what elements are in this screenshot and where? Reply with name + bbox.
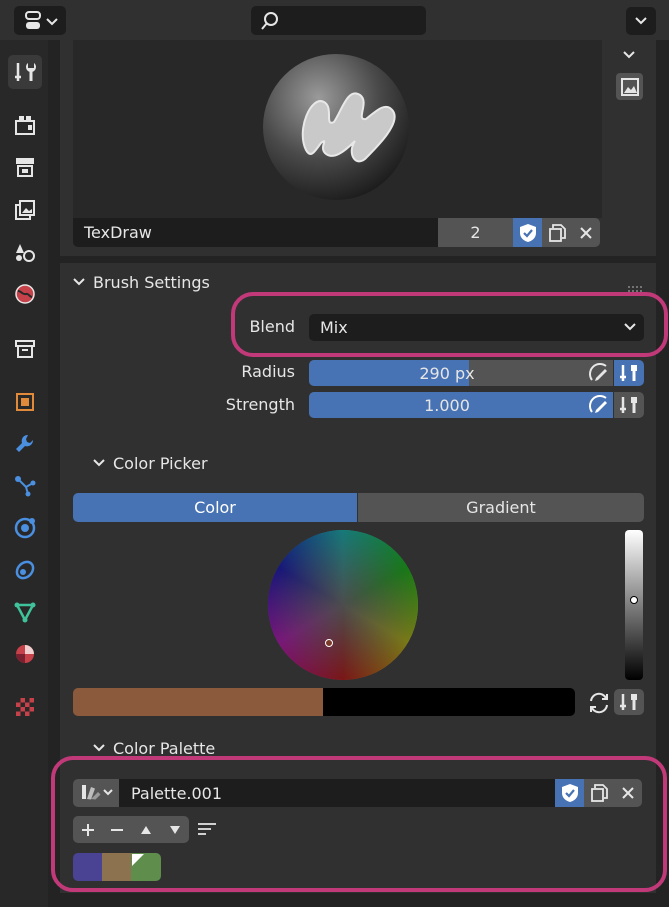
scene-tab[interactable]: [8, 235, 42, 269]
image-stack-icon: [15, 200, 35, 220]
brush-preview[interactable]: [73, 40, 602, 218]
checker-texture-icon: [16, 698, 34, 716]
particles-icon: [15, 476, 36, 497]
scene-icon: [16, 244, 35, 262]
tool-tab[interactable]: [8, 55, 42, 89]
material-icon: [16, 645, 34, 663]
header-bar: [0, 0, 669, 40]
brush-settings-header[interactable]: Brush Settings: [70, 270, 630, 294]
close-icon: [579, 226, 592, 239]
paint-brush-unified-icon: [620, 365, 637, 381]
unlink-brush-button[interactable]: [571, 218, 600, 247]
brush-thumbnail-image: [263, 54, 409, 200]
strength-slider[interactable]: 1.000: [309, 392, 585, 418]
value-slider-cursor[interactable]: [630, 596, 638, 604]
particles-tab[interactable]: [8, 469, 42, 503]
swap-colors-button[interactable]: [585, 689, 613, 717]
brush-name: TexDraw: [84, 223, 152, 242]
tab-gradient[interactable]: Gradient: [358, 493, 644, 522]
secondary-color-swatch[interactable]: [323, 688, 575, 716]
chevron-down-icon: [635, 17, 647, 25]
box-icon: [15, 340, 35, 358]
collection-tab[interactable]: [8, 332, 42, 366]
chevron-down-icon: [73, 278, 85, 286]
color-palette-title: Color Palette: [113, 738, 216, 758]
fake-user-button[interactable]: [513, 218, 542, 247]
pen-pressure-icon: [589, 363, 607, 381]
color-wheel-cursor[interactable]: [325, 639, 333, 647]
radius-slider[interactable]: 290 px: [309, 360, 585, 386]
world-tab[interactable]: [8, 277, 42, 311]
constraints-tab[interactable]: [8, 553, 42, 587]
constraint-icon: [15, 560, 35, 580]
search-input[interactable]: [251, 6, 426, 35]
object-tab[interactable]: [8, 385, 42, 419]
output-tab[interactable]: [8, 150, 42, 184]
radius-pressure-button[interactable]: [585, 360, 613, 386]
strength-value: 1.000: [424, 395, 470, 415]
mesh-data-icon: [14, 602, 36, 623]
properties-tab-bar: [0, 40, 48, 907]
value-slider[interactable]: [625, 530, 643, 680]
chevron-down-icon: [93, 744, 105, 752]
radius-unified-button[interactable]: [614, 360, 644, 386]
duplicate-brush-button[interactable]: [542, 218, 571, 247]
tab-gradient-label: Gradient: [466, 498, 536, 517]
data-tab[interactable]: [8, 595, 42, 629]
brush-name-field[interactable]: TexDraw: [73, 218, 438, 247]
primary-color-swatch[interactable]: [73, 688, 323, 716]
radius-value: 290 px: [419, 363, 475, 383]
chevron-down-icon: [623, 51, 635, 59]
options-dropdown-button[interactable]: [626, 7, 656, 35]
printer-icon: [16, 158, 34, 177]
search-icon: [261, 12, 278, 30]
editor-type-icon: [25, 10, 58, 29]
image-icon: [620, 77, 639, 96]
view-layer-tab[interactable]: [8, 193, 42, 227]
strength-pressure-button[interactable]: [585, 392, 613, 418]
object-icon: [16, 393, 34, 411]
wrench-icon: [16, 434, 34, 452]
blend-highlight-annotation: [231, 292, 668, 357]
strength-unified-button[interactable]: [614, 392, 644, 418]
camera-back-icon: [15, 116, 35, 135]
brush-users-count[interactable]: 2: [438, 218, 513, 247]
chevron-down-icon: [93, 459, 105, 467]
color-wheel[interactable]: [268, 530, 418, 680]
material-tab[interactable]: [8, 637, 42, 671]
duplicate-icon: [548, 223, 566, 242]
tab-color[interactable]: Color: [73, 493, 357, 522]
color-picker-header[interactable]: Color Picker: [90, 451, 390, 475]
texture-tab[interactable]: [8, 690, 42, 724]
physics-tab[interactable]: [8, 511, 42, 545]
world-icon: [15, 284, 35, 304]
tab-color-label: Color: [194, 498, 236, 517]
preview-options-button[interactable]: [616, 44, 642, 66]
color-unified-button[interactable]: [614, 689, 644, 715]
modifier-tab[interactable]: [8, 427, 42, 461]
shield-check-icon: [519, 223, 536, 242]
render-tab[interactable]: [8, 108, 42, 142]
editor-type-button[interactable]: [14, 6, 66, 35]
strength-label: Strength: [225, 395, 295, 414]
pen-pressure-icon: [589, 395, 607, 413]
palette-highlight-annotation: [51, 756, 667, 892]
physics-icon: [14, 517, 36, 539]
swap-icon: [590, 692, 608, 714]
paint-brush-unified-icon: [620, 694, 637, 710]
tool-icon: [15, 63, 36, 81]
radius-label: Radius: [241, 362, 295, 381]
paint-brush-unified-icon: [620, 397, 637, 413]
brush-image-button[interactable]: [616, 73, 643, 100]
brush-users-value: 2: [470, 223, 481, 242]
brush-settings-title: Brush Settings: [93, 272, 210, 292]
color-picker-title: Color Picker: [113, 453, 208, 473]
